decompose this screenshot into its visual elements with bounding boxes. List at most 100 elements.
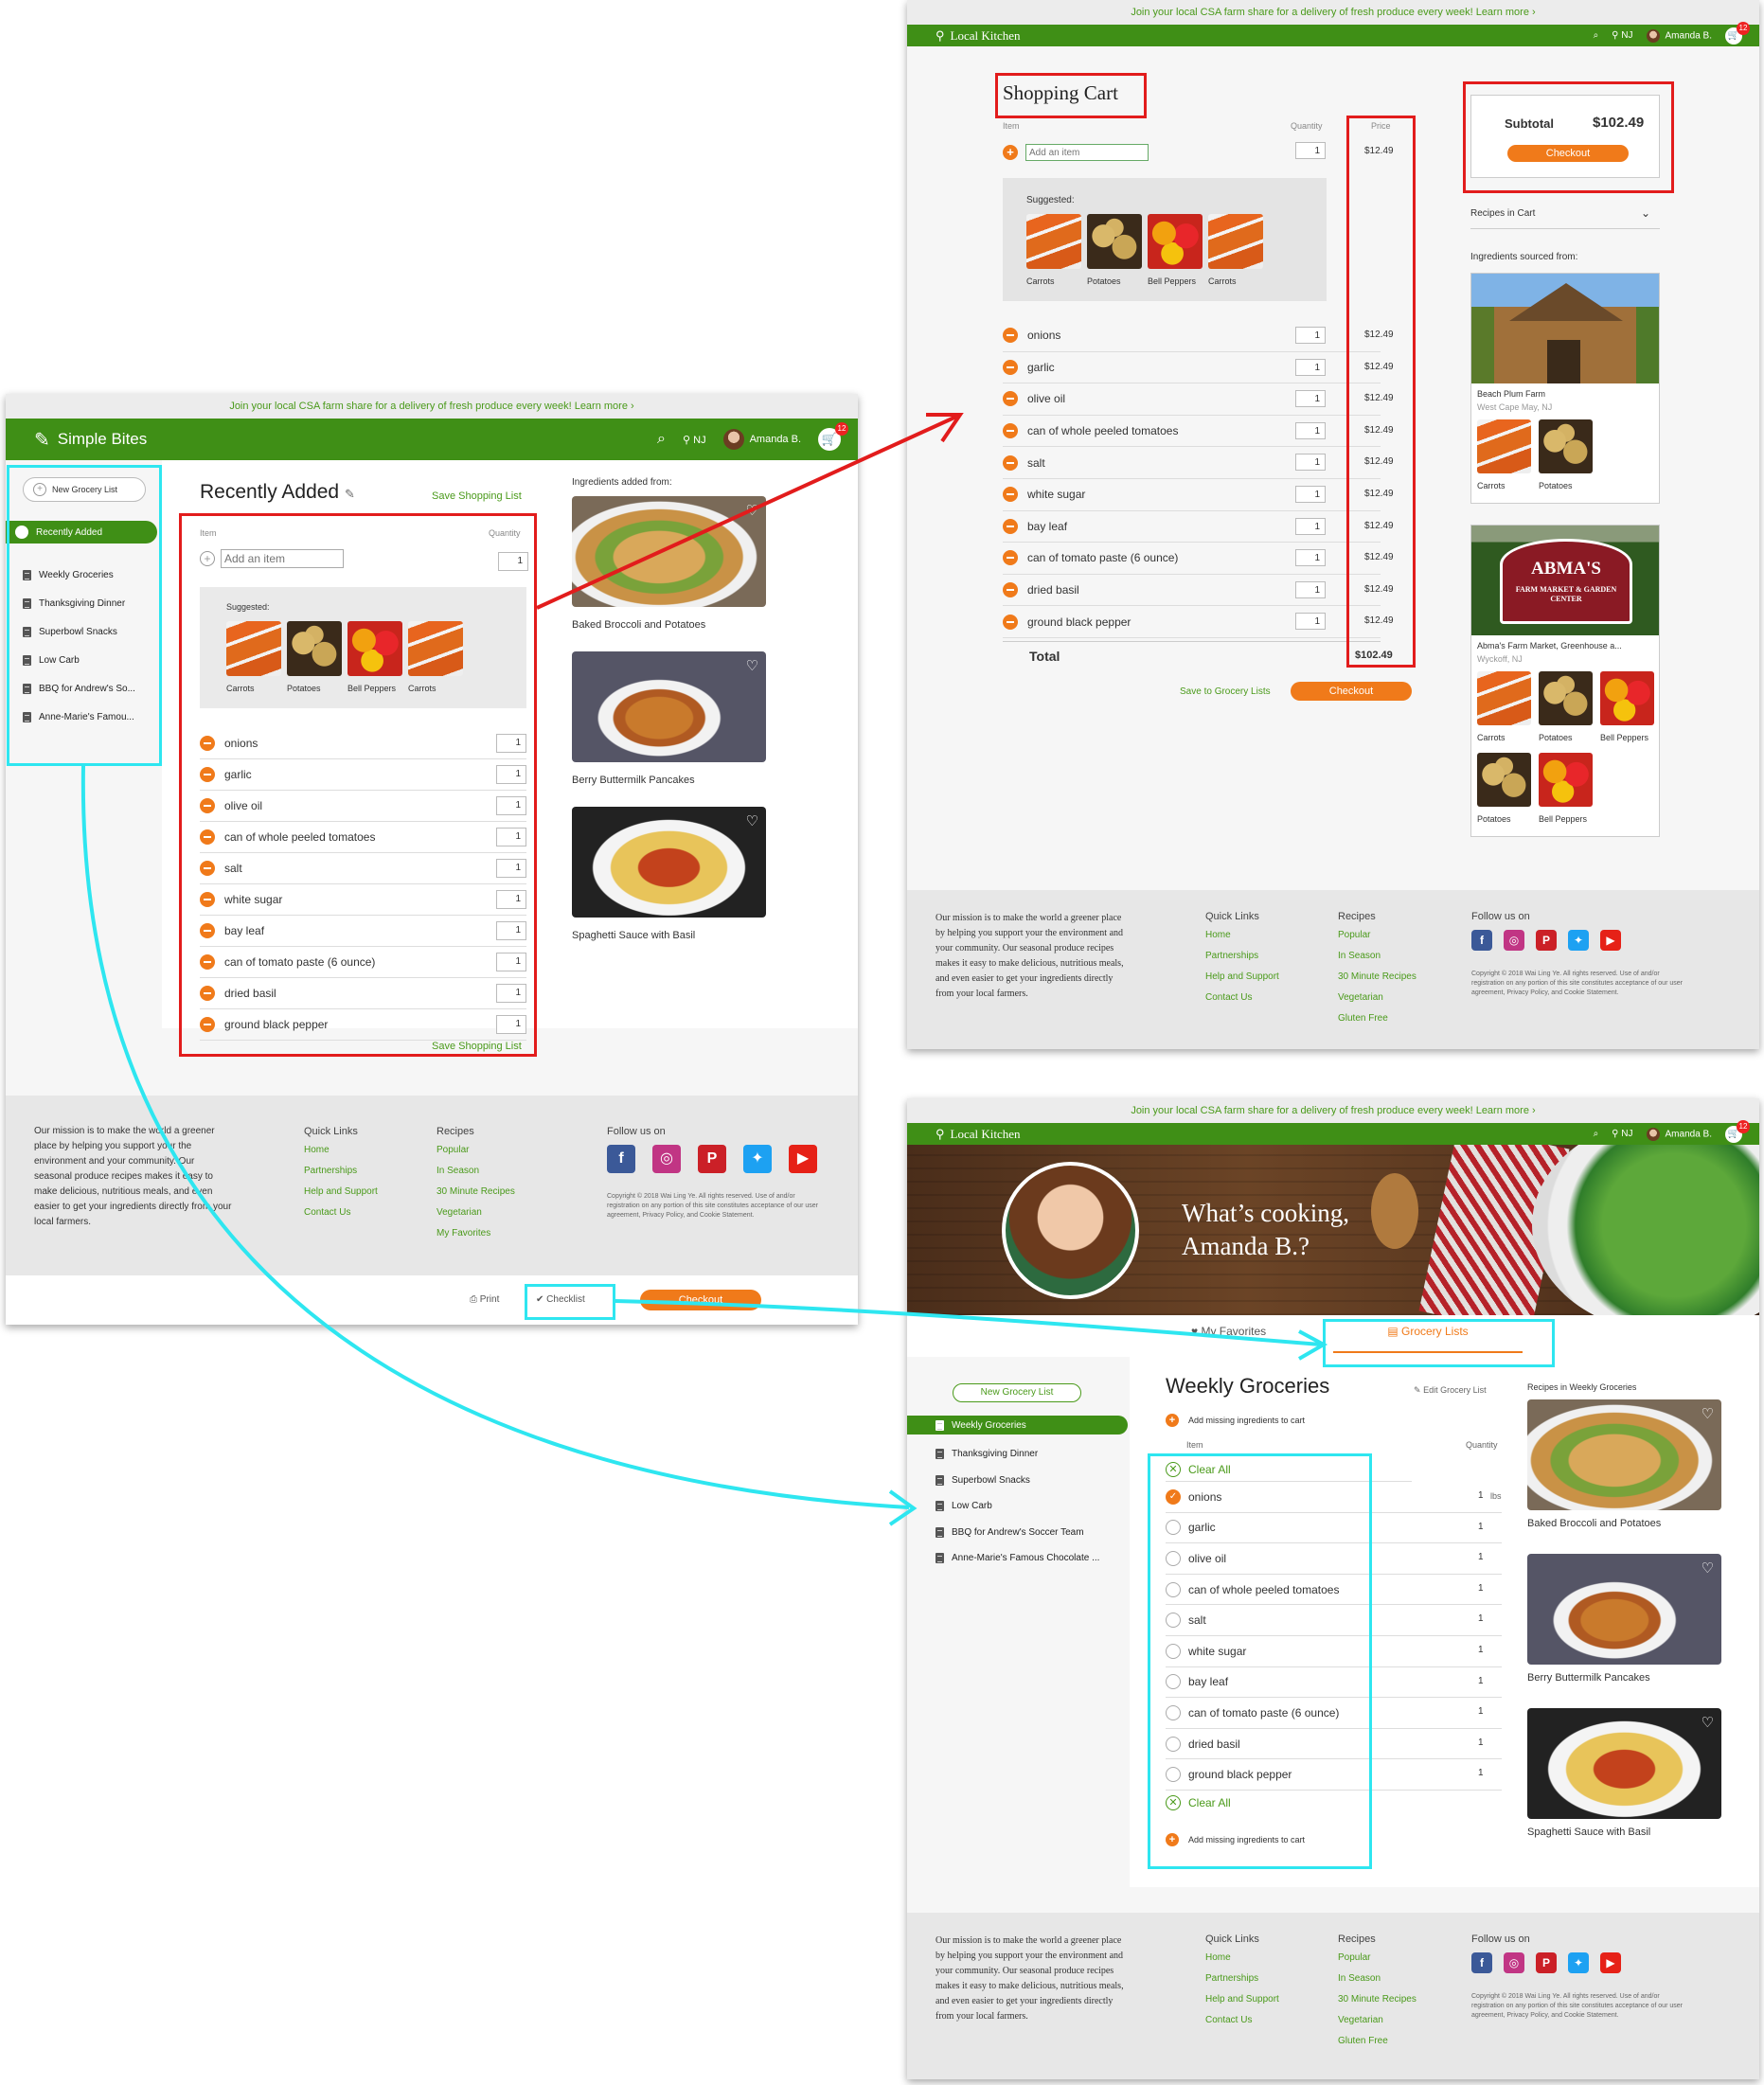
suggested-item[interactable]: Bell Peppers (1148, 214, 1203, 287)
brand[interactable]: ⚲ Local Kitchen (935, 1127, 1021, 1142)
farm-produce-item[interactable]: Potatoes (1539, 419, 1593, 491)
add-missing-top[interactable]: + Add missing ingredients to cart (1166, 1414, 1305, 1427)
farm-produce-item[interactable]: Bell Peppers (1539, 753, 1593, 825)
add-item-icon[interactable]: + (1003, 145, 1018, 160)
csa-banner[interactable]: Join your local CSA farm share for a del… (907, 0, 1759, 25)
farm-card[interactable]: Beach Plum Farm West Cape May, NJ Carrots P… (1470, 273, 1660, 504)
remove-icon[interactable] (1003, 454, 1018, 471)
quantity-input[interactable]: 1 (1295, 327, 1326, 344)
twitter-icon[interactable]: ✦ (743, 1145, 772, 1173)
recipe-card[interactable]: ♡ Spaghetti Sauce with Basil (1527, 1708, 1721, 1838)
farm-card[interactable]: ABMA'S FARM MARKET & GARDEN CENTER Abma's … (1470, 525, 1660, 837)
recipes-in-cart-dropdown[interactable]: Recipes in Cart ⌄ (1470, 206, 1660, 229)
quantity-input[interactable]: 1 (1295, 454, 1326, 472)
csa-banner[interactable]: Join your local CSA farm share for a del… (907, 1098, 1759, 1123)
farm-produce-item[interactable]: Bell Peppers (1600, 671, 1654, 743)
pinterest-icon[interactable]: P (698, 1145, 726, 1173)
sidebar-item[interactable]: Weekly Groceries (907, 1416, 1128, 1435)
recipe-card[interactable]: ♡ Baked Broccoli and Potatoes (572, 496, 766, 631)
footer-link[interactable]: Popular (1338, 1952, 1417, 1963)
favorite-heart-icon[interactable]: ♡ (1702, 1559, 1714, 1577)
cart-button[interactable]: 🛒 12 (1725, 1119, 1750, 1143)
recipe-card[interactable]: ♡ Baked Broccoli and Potatoes (1527, 1399, 1721, 1529)
favorite-heart-icon[interactable]: ♡ (746, 812, 758, 829)
footer-link[interactable]: In Season (1338, 1973, 1417, 1984)
add-item-quantity[interactable]: 1 (1295, 142, 1326, 159)
footer-link[interactable]: Popular (437, 1145, 515, 1155)
recipe-card[interactable]: ♡ Berry Buttermilk Pancakes (1527, 1554, 1721, 1684)
farm-produce-item[interactable]: Potatoes (1477, 753, 1531, 825)
edit-grocery-list-link[interactable]: ✎ Edit Grocery List (1414, 1385, 1487, 1396)
print-button[interactable]: ⎙ Print (470, 1294, 499, 1305)
farm-produce-item[interactable]: Carrots (1477, 419, 1531, 491)
instagram-icon[interactable]: ◎ (1504, 1952, 1524, 1973)
footer-link[interactable]: Home (1205, 1952, 1279, 1963)
twitter-icon[interactable]: ✦ (1568, 930, 1589, 951)
user-menu[interactable]: Amanda B. (1646, 28, 1712, 43)
facebook-icon[interactable]: f (1471, 1952, 1492, 1973)
recipe-card[interactable]: ♡ Spaghetti Sauce with Basil (572, 807, 766, 941)
pinterest-icon[interactable]: P (1536, 930, 1557, 951)
footer-link[interactable]: Help and Support (1205, 1994, 1279, 2005)
user-menu[interactable]: Amanda B. (722, 429, 801, 450)
footer-link[interactable]: Popular (1338, 930, 1417, 940)
footer-link[interactable]: My Favorites (437, 1228, 515, 1239)
youtube-icon[interactable]: ▶ (789, 1145, 817, 1173)
favorite-heart-icon[interactable]: ♡ (1702, 1714, 1714, 1731)
suggested-item[interactable]: Carrots (1208, 214, 1263, 287)
quantity-input[interactable]: 1 (1295, 421, 1326, 439)
quantity-input[interactable]: 1 (1295, 549, 1326, 567)
favorite-heart-icon[interactable]: ♡ (746, 502, 758, 519)
quantity-input[interactable]: 1 (1295, 517, 1326, 535)
location[interactable]: ⚲ NJ (1612, 1129, 1632, 1139)
suggested-item[interactable]: Carrots (1026, 214, 1081, 287)
save-to-grocery-lists-link[interactable]: Save to Grocery Lists (1180, 686, 1271, 697)
pencil-icon[interactable]: ✎ (345, 487, 355, 501)
sidebar-item[interactable]: BBQ for Andrew's Soccer Team (907, 1520, 1130, 1546)
brand[interactable]: ⚲ Local Kitchen (935, 28, 1021, 44)
farm-produce-item[interactable]: Potatoes (1539, 671, 1593, 743)
quantity-input[interactable]: 1 (1295, 358, 1326, 376)
remove-icon[interactable] (1003, 582, 1018, 598)
facebook-icon[interactable]: f (1471, 930, 1492, 951)
brand[interactable]: ✎ Simple Bites (34, 428, 147, 452)
favorite-heart-icon[interactable]: ♡ (746, 657, 758, 674)
remove-icon[interactable] (1003, 391, 1018, 407)
youtube-icon[interactable]: ▶ (1600, 930, 1621, 951)
footer-link[interactable]: Partnerships (304, 1166, 378, 1176)
youtube-icon[interactable]: ▶ (1600, 1952, 1621, 1973)
search-icon[interactable]: ⌕ (1594, 30, 1599, 41)
sidebar-item[interactable]: Low Carb (907, 1493, 1130, 1520)
remove-icon[interactable] (1003, 518, 1018, 534)
quantity-input[interactable]: 1 (1295, 580, 1326, 598)
quantity-input[interactable]: 1 (1295, 485, 1326, 503)
tab-my-favorites[interactable]: ♥ My Favorites (1191, 1325, 1266, 1338)
footer-link[interactable]: In Season (437, 1166, 515, 1176)
footer-link[interactable]: In Season (1338, 951, 1417, 961)
footer-link[interactable]: Gluten Free (1338, 1013, 1417, 1024)
footer-link[interactable]: Help and Support (1205, 971, 1279, 982)
checkout-button[interactable]: Checkout (640, 1290, 761, 1310)
pinterest-icon[interactable]: P (1536, 1952, 1557, 1973)
footer-link[interactable]: Vegetarian (1338, 992, 1417, 1003)
footer-link[interactable]: Vegetarian (1338, 2015, 1417, 2025)
remove-icon[interactable] (1003, 423, 1018, 439)
favorite-heart-icon[interactable]: ♡ (1702, 1405, 1714, 1422)
location[interactable]: ⚲ NJ (1612, 30, 1632, 41)
footer-link[interactable]: Help and Support (304, 1186, 378, 1197)
recipe-card[interactable]: ♡ Berry Buttermilk Pancakes (572, 651, 766, 786)
footer-link[interactable]: Gluten Free (1338, 2036, 1417, 2046)
location[interactable]: ⚲ NJ (683, 434, 706, 446)
sidebar-item[interactable]: Anne-Marie's Famous Chocolate ... (907, 1545, 1130, 1572)
footer-link[interactable]: Home (304, 1145, 378, 1155)
csa-banner[interactable]: Join your local CSA farm share for a del… (6, 394, 858, 419)
footer-link[interactable]: Contact Us (304, 1207, 378, 1218)
farm-produce-item[interactable]: Carrots (1477, 671, 1531, 743)
footer-link[interactable]: Partnerships (1205, 951, 1279, 961)
save-shopping-list-link[interactable]: Save Shopping List (432, 490, 522, 502)
instagram-icon[interactable]: ◎ (652, 1145, 681, 1173)
footer-link[interactable]: Vegetarian (437, 1207, 515, 1218)
remove-icon[interactable] (1003, 328, 1018, 344)
checkout-button[interactable]: Checkout (1291, 682, 1412, 701)
footer-link[interactable]: Contact Us (1205, 992, 1279, 1003)
